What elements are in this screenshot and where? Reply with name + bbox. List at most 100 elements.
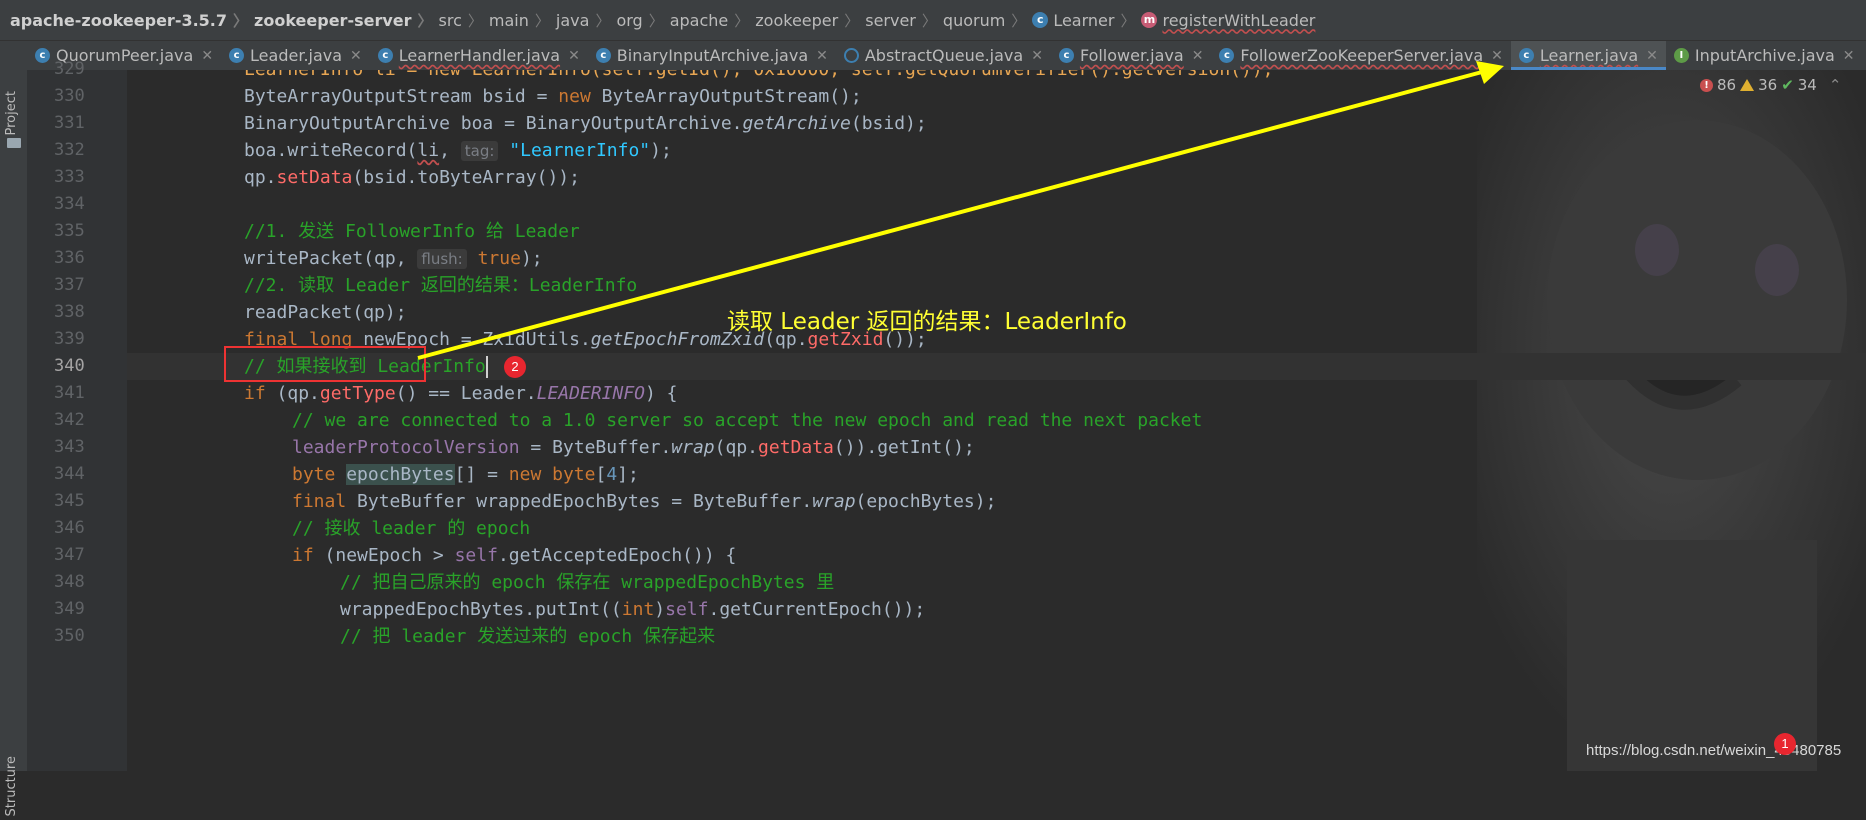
project-tool-button[interactable]: Project	[4, 91, 24, 171]
error-count: 86	[1717, 76, 1737, 94]
structure-tool-button[interactable]: Structure	[4, 756, 24, 816]
code-line: leaderProtocolVersion = ByteBuffer.wrap(…	[127, 434, 1866, 461]
breadcrumb-item-src[interactable]: src 〉	[439, 10, 489, 31]
tab-learnerhandler[interactable]: c LearnerHandler.java ✕	[370, 41, 588, 70]
parameter-hint: tag:	[460, 141, 499, 161]
breadcrumb-label: src	[438, 10, 462, 30]
line-number: 337	[54, 275, 85, 295]
breadcrumb-item-learner[interactable]: c Learner 〉	[1032, 10, 1141, 31]
close-icon[interactable]: ✕	[1646, 48, 1658, 64]
code-text: qp.setData(bsid.toByteArray());	[244, 167, 580, 188]
interface-icon: I	[1673, 48, 1689, 63]
code-line: LearnerInfo li = new LearnerInfo(self.ge…	[127, 70, 1866, 83]
chevron-right-icon: 〉	[467, 11, 483, 30]
code-comment: //1. 发送 FollowerInfo 给 Leader	[244, 221, 580, 242]
breadcrumb-item-quorum[interactable]: quorum 〉	[943, 10, 1032, 31]
breadcrumb-item-java[interactable]: java 〉	[556, 10, 617, 31]
tool-window-strip: Project Structure	[0, 41, 28, 816]
line-number: 330	[54, 86, 85, 106]
tab-label: Learner.java	[1539, 46, 1639, 65]
close-icon[interactable]: ✕	[1843, 48, 1855, 64]
code-line: wrappedEpochBytes.putInt((int)self.getCu…	[127, 596, 1866, 623]
tab-follower[interactable]: c Follower.java ✕	[1051, 41, 1211, 70]
tab-inputarchive[interactable]: I InputArchive.java ✕	[1666, 41, 1863, 70]
line-number: 336	[54, 248, 85, 268]
line-number: 348	[54, 572, 85, 592]
close-icon[interactable]: ✕	[1192, 48, 1204, 64]
inspection-widget[interactable]: ! 86 36 ✔ 34 ⌃	[1700, 76, 1841, 94]
tab-label: InputArchive.java	[1694, 46, 1835, 65]
code-line: //1. 发送 FollowerInfo 给 Leader	[127, 218, 1866, 245]
breadcrumb-item-main[interactable]: main 〉	[489, 10, 556, 31]
breadcrumb-item-project[interactable]: apache-zookeeper-3.5.7 〉	[10, 10, 254, 31]
line-number: 342	[54, 410, 85, 430]
code-editor[interactable]: LearnerInfo li = new LearnerInfo(self.ge…	[127, 70, 1866, 771]
tab-learner[interactable]: c Learner.java ✕	[1510, 41, 1666, 70]
code-line: //2. 读取 Leader 返回的结果：LeaderInfo	[127, 272, 1866, 299]
chevron-right-icon: 〉	[1011, 11, 1027, 30]
method-icon: m	[1141, 12, 1158, 28]
breadcrumb-item-apache[interactable]: apache 〉	[670, 10, 756, 31]
breadcrumb-label: registerWithLeader	[1162, 10, 1316, 30]
chevron-right-icon: 〉	[844, 11, 860, 30]
close-icon[interactable]: ✕	[1031, 48, 1043, 64]
breadcrumb-item-method[interactable]: m registerWithLeader	[1141, 11, 1315, 30]
close-icon[interactable]: ✕	[816, 48, 828, 64]
line-number: 339	[54, 329, 85, 349]
line-number: 347	[54, 545, 85, 565]
close-icon[interactable]: ✕	[350, 48, 362, 64]
watermark-text: https://blog.csdn.net/weixin_45480785	[1586, 742, 1842, 759]
project-tool-label: Project	[4, 91, 19, 136]
code-comment: //2. 读取 Leader 返回的结果：LeaderInfo	[244, 275, 638, 296]
breadcrumb-item-org[interactable]: org 〉	[616, 10, 669, 31]
tab-label: AbstractQueue.java	[864, 46, 1024, 65]
breadcrumb-label: server	[865, 10, 916, 30]
tab-followerzookeeperserver[interactable]: c FollowerZooKeeperServer.java ✕	[1211, 41, 1510, 70]
line-number: 346	[54, 518, 85, 538]
tab-abstractqueue[interactable]: AbstractQueue.java ✕	[836, 41, 1051, 70]
code-text: boa.writeRecord(li, tag: "LearnerInfo");	[244, 140, 672, 161]
class-icon: c	[1032, 12, 1049, 28]
breadcrumb-item-module[interactable]: zookeeper-server 〉	[254, 10, 439, 31]
line-number: 332	[54, 140, 85, 160]
code-text: ByteArrayOutputStream bsid = new ByteArr…	[244, 86, 862, 107]
breadcrumb-item-server[interactable]: server 〉	[865, 10, 943, 31]
highlight-box	[224, 346, 426, 382]
close-icon[interactable]: ✕	[568, 48, 580, 64]
chevron-up-icon[interactable]: ⌃	[1829, 76, 1842, 94]
chevron-right-icon: 〉	[1120, 11, 1136, 30]
code-text: final ByteBuffer wrappedEpochBytes = Byt…	[292, 491, 997, 512]
class-icon: c	[1058, 48, 1074, 63]
close-icon[interactable]: ✕	[201, 48, 213, 64]
breadcrumb-label: org	[616, 10, 643, 30]
tab-binaryinputarchive[interactable]: c BinaryInputArchive.java ✕	[588, 41, 836, 70]
tab-leader[interactable]: c Leader.java ✕	[221, 41, 370, 70]
code-text: if (newEpoch > self.getAcceptedEpoch()) …	[292, 545, 737, 566]
class-icon: c	[377, 48, 393, 63]
breadcrumb-label: apache	[669, 10, 729, 30]
code-text: if (qp.getType() == Leader.LEADERINFO) {	[244, 383, 678, 404]
code-line: ByteArrayOutputStream bsid = new ByteArr…	[127, 83, 1866, 110]
breadcrumb-label: zookeeper-server	[254, 10, 412, 30]
step-badge: 2	[504, 356, 526, 378]
code-comment: // 把自己原来的 epoch 保存在 wrappedEpochBytes 里	[340, 572, 835, 593]
breadcrumb-item-zookeeper[interactable]: zookeeper 〉	[755, 10, 865, 31]
code-line: // 接收 leader 的 epoch	[127, 515, 1866, 542]
ok-count: 34	[1797, 76, 1817, 94]
tab-label: FollowerZooKeeperServer.java	[1240, 46, 1484, 65]
close-icon[interactable]: ✕	[1491, 48, 1503, 64]
breadcrumb: apache-zookeeper-3.5.7 〉 zookeeper-server…	[0, 0, 1866, 41]
class-icon: c	[35, 48, 50, 63]
code-line: // we are connected to a 1.0 server so a…	[127, 407, 1866, 434]
chevron-right-icon: 〉	[734, 11, 750, 30]
editor-tab-bar: c QuorumPeer.java ✕ c Leader.java ✕ c Learner…	[27, 41, 1866, 71]
chevron-right-icon: 〉	[417, 11, 433, 30]
code-line: boa.writeRecord(li, tag: "LearnerInfo");	[127, 137, 1866, 164]
line-number: 350	[54, 626, 85, 646]
line-number: 345	[54, 491, 85, 511]
code-line: writePacket(qp, flush: true);	[127, 245, 1866, 272]
chevron-right-icon: 〉	[233, 11, 249, 30]
breadcrumb-label: quorum	[942, 10, 1006, 30]
structure-tool-label: Structure	[4, 756, 19, 817]
code-text: wrappedEpochBytes.putInt((int)self.getCu…	[340, 599, 926, 620]
